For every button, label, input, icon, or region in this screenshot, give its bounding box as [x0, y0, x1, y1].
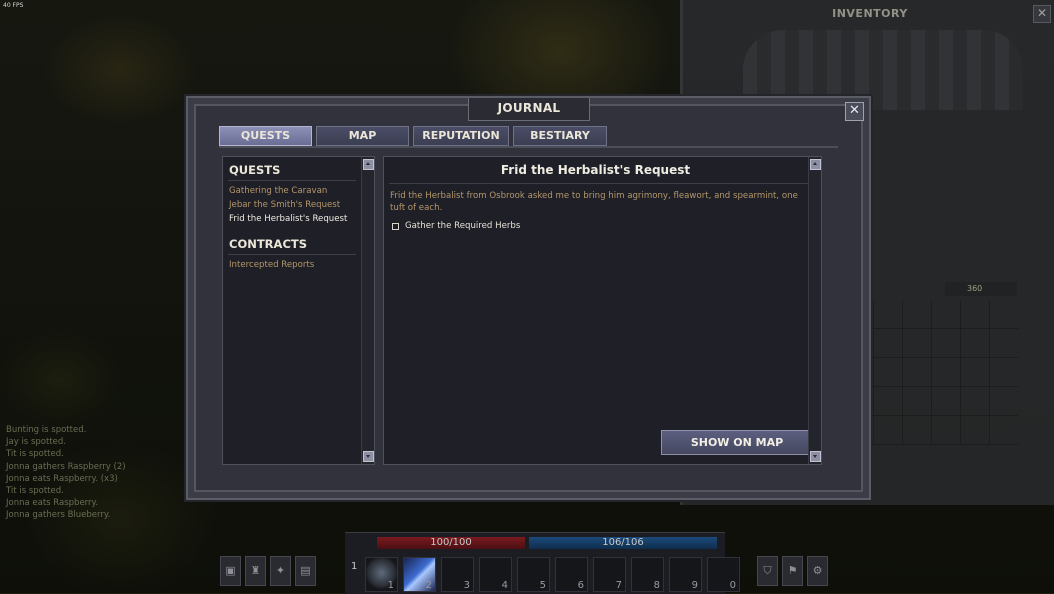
quests-heading: QUESTS [229, 163, 281, 177]
contracts-heading: CONTRACTS [229, 237, 308, 251]
objective-label: Gather the Required Herbs [405, 221, 521, 231]
slot-number: 3 [463, 580, 470, 591]
scroll-down-icon[interactable] [363, 451, 374, 462]
quest-objective: Gather the Required Herbs [392, 221, 520, 231]
hotbar-slot[interactable]: 9 [669, 557, 702, 592]
slot-number: 4 [501, 580, 508, 591]
scroll-up-icon[interactable] [810, 159, 821, 170]
tab-map[interactable]: MAP [316, 126, 409, 146]
journal-close-button[interactable]: ✕ [845, 102, 864, 121]
tab-bestiary[interactable]: BESTIARY [513, 126, 607, 146]
gold-amount: 360 [967, 284, 983, 293]
slot-number: 5 [539, 580, 546, 591]
tab-reputation[interactable]: REPUTATION [413, 126, 509, 146]
quest-description: Frid the Herbalist from Osbrook asked me… [390, 191, 798, 213]
slot-number: 7 [615, 580, 622, 591]
quest-title: Frid the Herbalist's Request [500, 163, 691, 177]
character-icon[interactable]: ▣ [220, 556, 241, 586]
journal-window: JOURNAL ✕ QUESTS MAP REPUTATION BESTIARY… [186, 96, 871, 500]
hotbar-slot[interactable]: 5 [517, 557, 550, 592]
log-line: Tit is spotted. [6, 449, 64, 460]
hotbar-slot[interactable]: 3 [441, 557, 474, 592]
hotbar-slot[interactable]: 7 [593, 557, 626, 592]
show-on-map-button[interactable]: SHOW ON MAP [661, 430, 813, 455]
gold-counter: 360 [945, 282, 1017, 296]
journal-tabs: QUESTS MAP REPUTATION BESTIARY [219, 126, 607, 146]
shield-icon[interactable]: ⛉ [757, 556, 778, 586]
log-line: Tit is spotted. [6, 486, 64, 497]
scroll-down-icon[interactable] [810, 451, 821, 462]
hotbar-slot[interactable]: 4 [479, 557, 512, 592]
settings-icon[interactable]: ⚙ [807, 556, 828, 586]
divider [228, 254, 356, 255]
message-log: Bunting is spotted. Jay is spotted. Tit … [6, 424, 206, 522]
left-hud-icons: ▣ ♜ ✦ ▤ [220, 556, 316, 586]
slot-number: 8 [653, 580, 660, 591]
journal-title: JOURNAL [497, 101, 561, 115]
journal-header: JOURNAL [468, 98, 590, 121]
quest-item[interactable]: Jebar the Smith's Request [229, 200, 340, 210]
inventory-title: INVENTORY [832, 7, 908, 20]
quest-detail-panel: Frid the Herbalist's Request Frid the He… [383, 156, 822, 465]
hotbar-slot[interactable]: 0 [707, 557, 740, 592]
log-line: Jonna eats Raspberry. (x3) [6, 473, 118, 484]
slot-number: 1 [387, 580, 394, 591]
hotbar-slot[interactable]: 8 [631, 557, 664, 592]
detail-scrollbar[interactable] [808, 157, 821, 464]
quest-list-scrollbar[interactable] [361, 157, 374, 464]
log-line: Jonna eats Raspberry. [6, 498, 99, 509]
hotbar-page-indicator[interactable]: 1 [351, 561, 357, 572]
log-line: Bunting is spotted. [6, 425, 87, 435]
hotbar-slot[interactable]: 2 [403, 557, 436, 592]
journal-icon[interactable]: ▤ [295, 556, 316, 586]
log-line: Jonna gathers Blueberry. [6, 510, 111, 521]
slot-number: 6 [577, 580, 584, 591]
tab-divider [219, 146, 838, 148]
hotbar-slot[interactable]: 6 [555, 557, 588, 592]
inventory-grid[interactable] [873, 300, 1018, 445]
divider [228, 180, 356, 181]
contract-item[interactable]: Intercepted Reports [229, 260, 314, 270]
slot-number: 2 [425, 580, 432, 591]
log-line: Jonna gathers Raspberry (2) [6, 461, 126, 472]
quest-item[interactable]: Gathering the Caravan [229, 186, 327, 196]
hotbar-slots: 1 2 3 4 5 6 7 8 9 0 [365, 557, 740, 592]
slot-number: 0 [729, 580, 736, 591]
map-icon[interactable]: ⚑ [782, 556, 803, 586]
right-hud-icons: ⛉ ⚑ ⚙ [757, 556, 828, 586]
slot-number: 9 [691, 580, 698, 591]
fps-counter: 40 FPS [3, 2, 24, 9]
objective-checkbox[interactable] [392, 222, 399, 230]
mana-bar: 106/106 [529, 537, 717, 549]
inventory-close-button[interactable]: ✕ [1033, 5, 1051, 23]
health-bar: 100/100 [377, 537, 525, 549]
log-line: Jay is spotted. [6, 437, 66, 448]
skills-icon[interactable]: ♜ [245, 556, 266, 586]
divider [389, 183, 809, 184]
hotbar: 100/100 106/106 1 1 2 3 4 5 6 7 8 9 0 [345, 532, 740, 594]
hotbar-slot[interactable]: 1 [365, 557, 398, 592]
abilities-icon[interactable]: ✦ [270, 556, 291, 586]
scroll-up-icon[interactable] [363, 159, 374, 170]
quest-item-selected[interactable]: Frid the Herbalist's Request [229, 214, 347, 224]
tab-quests[interactable]: QUESTS [219, 126, 312, 146]
quest-list-panel: QUESTS Gathering the Caravan Jebar the S… [222, 156, 375, 465]
